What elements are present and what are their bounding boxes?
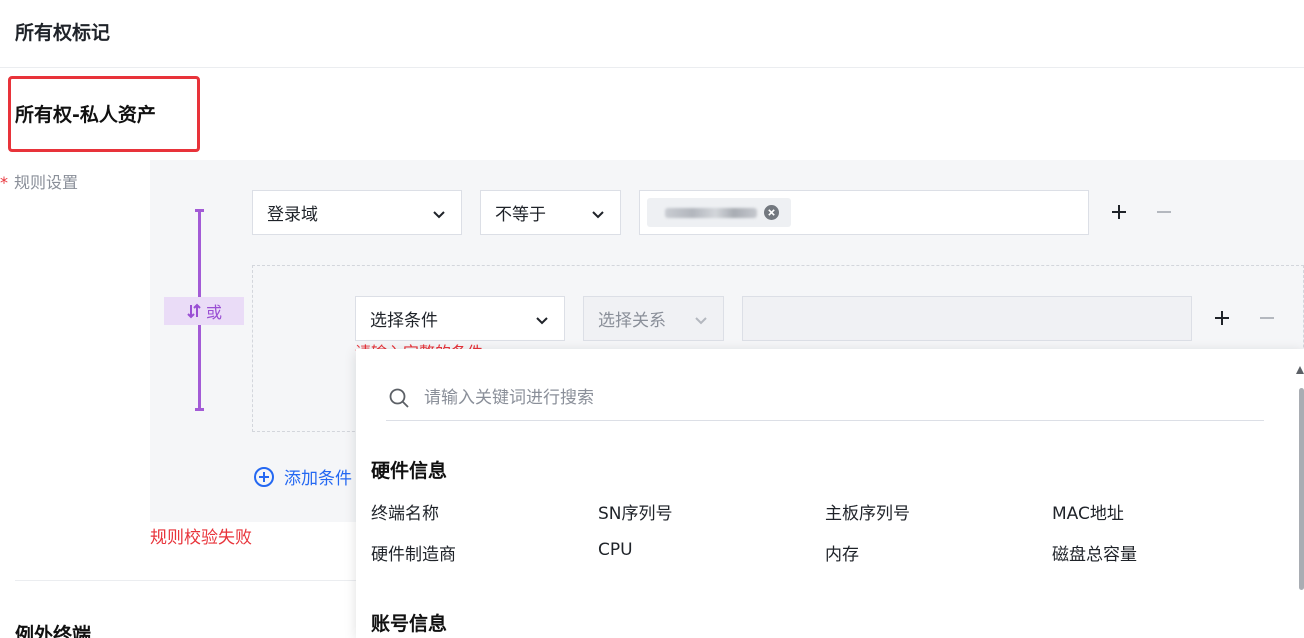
- rule-validation-error: 规则校验失败: [150, 528, 252, 548]
- scroll-up-arrow[interactable]: [1296, 366, 1304, 374]
- search-icon: [389, 388, 409, 408]
- chevron-down-icon: [433, 211, 445, 219]
- chevron-down-icon: [592, 211, 604, 219]
- category-account: 账号信息: [371, 613, 448, 635]
- option-item[interactable]: 磁盘总容量: [1052, 540, 1137, 565]
- chevron-down-icon: [536, 317, 548, 325]
- plus-icon[interactable]: [1109, 202, 1129, 222]
- value-tag: [647, 198, 791, 227]
- rule-settings-label: * 规则设置: [0, 169, 78, 193]
- title-divider: [0, 67, 1304, 68]
- field-select-2[interactable]: 选择条件: [355, 296, 565, 341]
- field-select-2-placeholder: 选择条件: [370, 311, 438, 331]
- logic-bracket-bottom: [195, 408, 204, 411]
- section-title: 所有权-私人资产: [15, 104, 156, 126]
- plus-icon[interactable]: [1212, 308, 1232, 328]
- value-input-2: [742, 296, 1192, 341]
- rule-settings-label-text: 规则设置: [14, 173, 79, 192]
- option-item[interactable]: MAC地址: [1052, 499, 1124, 524]
- add-circle-icon: [254, 466, 274, 487]
- logic-bracket-top: [195, 209, 204, 212]
- search-input[interactable]: [424, 387, 1124, 408]
- page-title: 所有权标记: [15, 22, 111, 44]
- field-select-1[interactable]: 登录域: [252, 190, 462, 235]
- option-item[interactable]: 主板序列号: [825, 499, 910, 524]
- category-hardware: 硬件信息: [371, 460, 448, 482]
- field-select-1-value: 登录域: [267, 205, 318, 225]
- exception-title: 例外终端: [15, 624, 92, 638]
- swap-icon: [187, 303, 201, 319]
- option-item[interactable]: CPU: [598, 540, 633, 560]
- close-circle-icon[interactable]: [764, 205, 779, 220]
- add-condition-label: 添加条件: [284, 469, 352, 489]
- logic-or-label: 或: [205, 303, 222, 322]
- option-item[interactable]: SN序列号: [598, 499, 673, 524]
- minus-icon[interactable]: [1154, 202, 1174, 222]
- logic-or-toggle[interactable]: 或: [164, 297, 244, 325]
- condition-dropdown: 硬件信息 终端名称 SN序列号 主板序列号 MAC地址 硬件制造商 CPU 内存…: [356, 349, 1304, 638]
- value-input-1[interactable]: [639, 190, 1089, 235]
- required-mark: *: [0, 173, 8, 192]
- dropdown-search: [386, 375, 1264, 421]
- scrollbar-thumb[interactable]: [1299, 388, 1304, 590]
- option-item[interactable]: 硬件制造商: [371, 540, 456, 565]
- operator-select-1-value: 不等于: [495, 205, 546, 225]
- option-item[interactable]: 终端名称: [371, 499, 439, 524]
- section-divider: [15, 580, 360, 581]
- option-item[interactable]: 内存: [825, 540, 859, 565]
- operator-select-2: 选择关系: [583, 296, 724, 341]
- operator-select-1[interactable]: 不等于: [480, 190, 621, 235]
- add-condition-button[interactable]: 添加条件: [254, 464, 352, 489]
- operator-select-2-placeholder: 选择关系: [598, 311, 666, 331]
- minus-icon[interactable]: [1257, 308, 1277, 328]
- obscured-tag-text: [665, 207, 757, 218]
- chevron-down-icon: [695, 317, 707, 325]
